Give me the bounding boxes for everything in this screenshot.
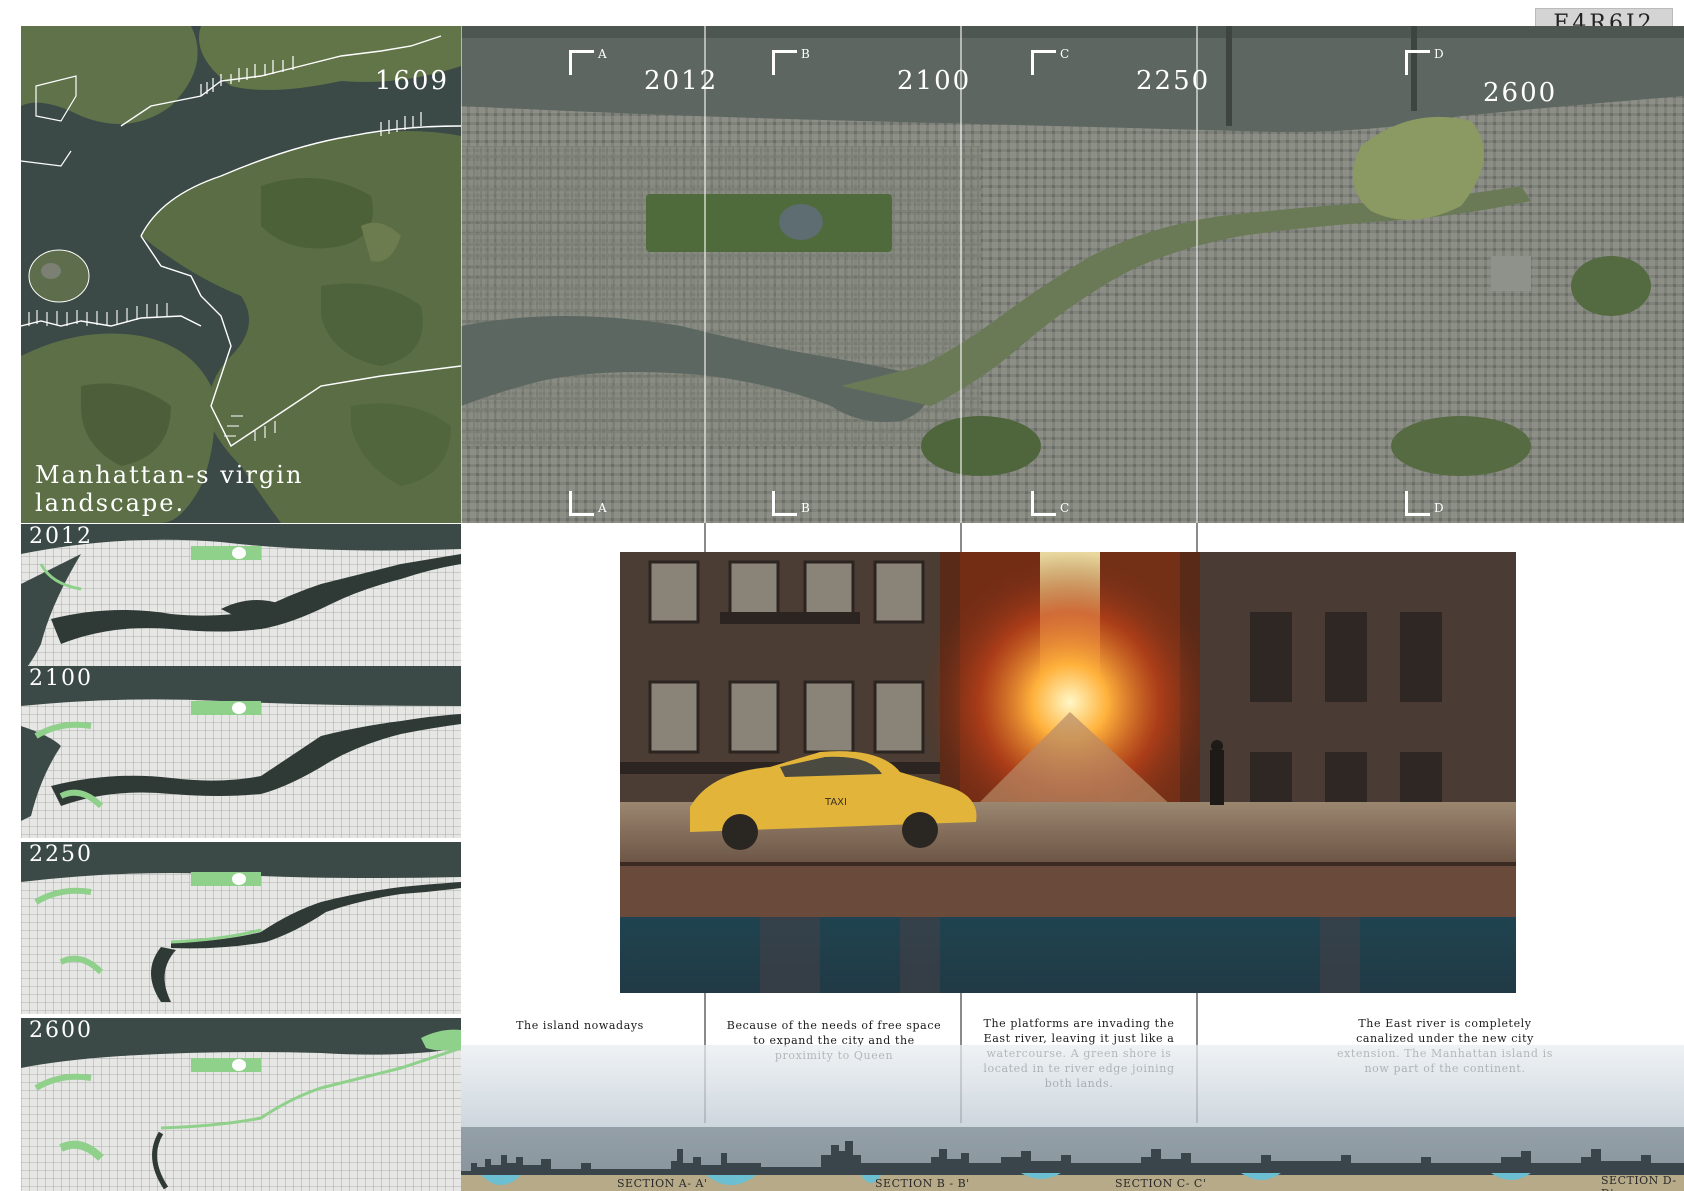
evolution-year-2600: 2600 xyxy=(29,1018,93,1043)
section-label-c: SECTION C- C' xyxy=(1115,1177,1207,1190)
aerial-year-2250: 2250 xyxy=(1136,66,1211,96)
aerial-divider xyxy=(461,26,462,523)
evolution-year-2012: 2012 xyxy=(29,524,93,549)
section-marker-a-top: A xyxy=(569,47,607,75)
description-2012: The island nowadays xyxy=(516,1019,644,1032)
virgin-landscape-drawing xyxy=(21,26,461,523)
sections-band: SECTION A- A' SECTION B - B' SECTION C- … xyxy=(461,1045,1684,1191)
section-marker-b-bottom: B xyxy=(772,491,810,516)
evolution-year-2100: 2100 xyxy=(29,666,93,691)
street-render-image: TAXI xyxy=(620,552,1516,993)
aerial-divider xyxy=(960,26,962,523)
street-map-2250 xyxy=(21,842,461,1014)
street-map-2100 xyxy=(21,666,461,838)
section-label-a: SECTION A- A' xyxy=(617,1177,708,1190)
evolution-map-2250: 2250 xyxy=(21,842,461,1014)
aerial-divider xyxy=(704,26,706,523)
virgin-map-caption: Manhattan-s virgin landscape. xyxy=(35,461,304,517)
section-label-b: SECTION B - B' xyxy=(875,1177,970,1190)
aerial-panorama: 2012 2100 2250 2600 A B C D A B C D xyxy=(461,26,1684,523)
skyline-sections-drawing xyxy=(461,1045,1684,1191)
section-marker-a-bottom: A xyxy=(569,491,607,516)
section-marker-d-bottom: D xyxy=(1405,491,1444,516)
evolution-year-2250: 2250 xyxy=(29,842,93,867)
section-marker-c-bottom: C xyxy=(1031,491,1069,516)
street-render-drawing: TAXI xyxy=(620,552,1516,993)
evolution-map-2600: 2600 xyxy=(21,1018,461,1191)
virgin-map-year: 1609 xyxy=(374,66,449,96)
evolution-map-2100: 2100 xyxy=(21,666,461,838)
aerial-year-2012: 2012 xyxy=(644,66,719,96)
street-map-2600 xyxy=(21,1018,461,1191)
svg-text:TAXI: TAXI xyxy=(824,797,847,808)
section-marker-b-top: B xyxy=(772,47,810,75)
section-marker-c-top: C xyxy=(1031,47,1069,75)
aerial-divider xyxy=(1196,26,1198,523)
aerial-year-2600: 2600 xyxy=(1483,78,1558,108)
virgin-landscape-map: 1609 Manhattan-s virgin landscape. xyxy=(21,26,461,523)
section-label-d: SECTION D-D' xyxy=(1601,1174,1677,1191)
section-marker-d-top: D xyxy=(1405,47,1444,75)
aerial-year-2100: 2100 xyxy=(897,66,972,96)
